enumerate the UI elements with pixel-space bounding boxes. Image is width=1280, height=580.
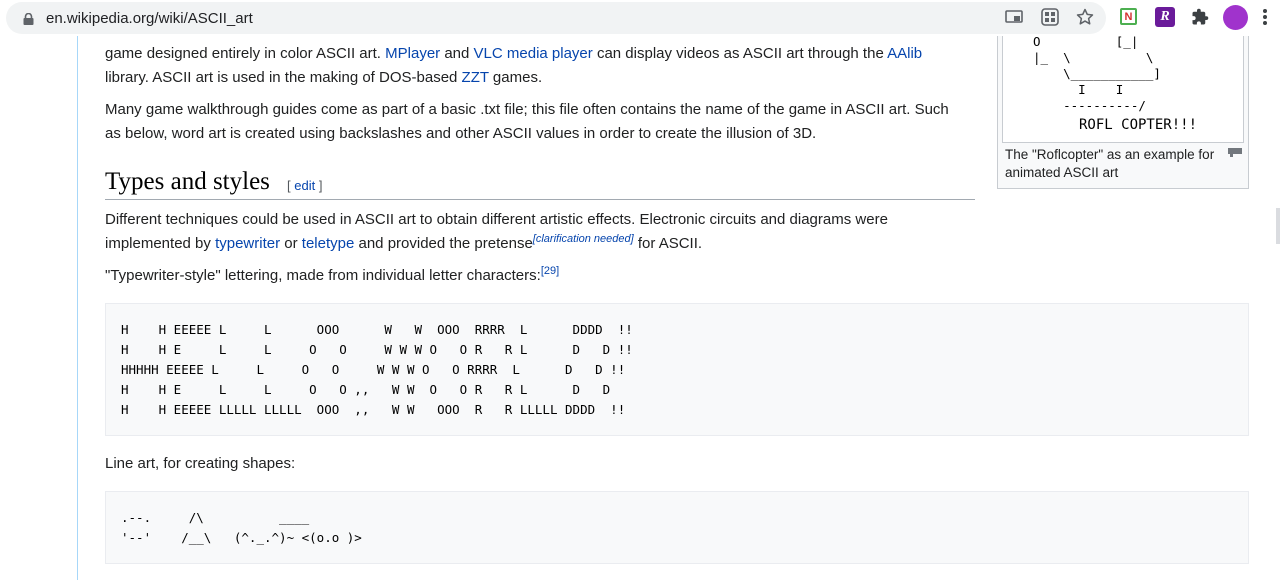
line-art: .--. /\ ____ '--' /__\ (^._.^)~ <(o.o )> bbox=[121, 510, 362, 545]
techniques-paragraph: Different techniques could be used in AS… bbox=[105, 208, 888, 256]
aalib-link[interactable]: AAlib bbox=[887, 45, 922, 62]
zzt-link[interactable]: ZZT bbox=[462, 69, 489, 86]
clarification-needed-link[interactable]: [clarification needed] bbox=[533, 233, 634, 245]
extension-n-icon[interactable]: N bbox=[1120, 8, 1137, 25]
text: "Typewriter-style" lettering, made from … bbox=[105, 267, 541, 284]
copter-text: ROFL COPTER!!! bbox=[1079, 117, 1198, 133]
teletype-link[interactable]: teletype bbox=[302, 235, 355, 252]
citation-29-link[interactable]: [29] bbox=[541, 265, 559, 277]
edit-link[interactable]: edit bbox=[294, 178, 315, 193]
text: and bbox=[440, 45, 474, 62]
intro-paragraph: game designed entirely in color ASCII ar… bbox=[105, 42, 922, 90]
bookmark-star-icon[interactable] bbox=[1075, 7, 1095, 27]
text: game designed entirely in color ASCII ar… bbox=[105, 45, 386, 62]
text: implemented by bbox=[105, 235, 216, 252]
roflcopter-art: O [_| |_ \ \ \___________] I I ---------… bbox=[1033, 36, 1161, 113]
line-art-label: Line art, for creating shapes: bbox=[105, 455, 296, 472]
mplayer-link[interactable]: MPlayer bbox=[385, 45, 440, 62]
section-heading: Types and styles [ edit ] bbox=[105, 168, 975, 200]
lock-icon[interactable] bbox=[23, 13, 34, 25]
extensions-puzzle-icon[interactable] bbox=[1190, 7, 1210, 27]
typewriter-art: H H EEEEE L L OOO W W OOO RRRR L DDDD !!… bbox=[121, 322, 633, 417]
text: and provided the pretense bbox=[354, 235, 533, 252]
text: Many game walkthrough guides come as par… bbox=[105, 101, 949, 118]
bracket: ] bbox=[315, 178, 323, 193]
walkthrough-paragraph: Many game walkthrough guides come as par… bbox=[105, 98, 949, 146]
text: can display videos as ASCII art through … bbox=[592, 45, 888, 62]
text: library. ASCII art is used in the making… bbox=[105, 69, 462, 86]
thumbnail-image[interactable]: O [_| |_ \ \ \___________] I I ---------… bbox=[1002, 36, 1244, 143]
text: as below, word art is created using back… bbox=[105, 125, 817, 142]
text: games. bbox=[488, 69, 543, 86]
text: or bbox=[280, 235, 302, 252]
vlc-link[interactable]: VLC media player bbox=[474, 45, 593, 62]
address-bar[interactable]: en.wikipedia.org/wiki/ASCII_art bbox=[6, 2, 1106, 34]
reader-mode-icon[interactable] bbox=[1040, 7, 1060, 27]
menu-kebab-icon[interactable] bbox=[1262, 8, 1268, 26]
roflcopter-thumbnail: O [_| |_ \ \ \___________] I I ---------… bbox=[997, 36, 1249, 189]
scrollbar-thumb[interactable] bbox=[1276, 208, 1280, 244]
text: for ASCII. bbox=[633, 235, 703, 252]
typewriter-paragraph: "Typewriter-style" lettering, made from … bbox=[105, 264, 559, 288]
typewriter-art-block: H H EEEEE L L OOO W W OOO RRRR L DDDD !!… bbox=[105, 303, 1249, 436]
text: Different techniques could be used in AS… bbox=[105, 211, 888, 228]
enlarge-icon[interactable] bbox=[1228, 148, 1242, 157]
section-title: Types and styles bbox=[105, 168, 270, 195]
thumbnail-caption: The "Roflcopter" as an example for anima… bbox=[1005, 147, 1215, 180]
cast-icon[interactable] bbox=[1004, 7, 1024, 27]
browser-toolbar: en.wikipedia.org/wiki/ASCII_art N R bbox=[0, 0, 1280, 36]
url-text[interactable]: en.wikipedia.org/wiki/ASCII_art bbox=[46, 10, 253, 27]
section-edit: [ edit ] bbox=[287, 178, 322, 193]
profile-avatar[interactable] bbox=[1223, 5, 1248, 30]
typewriter-link[interactable]: typewriter bbox=[215, 235, 280, 252]
clarification-text: [clarification needed] bbox=[532, 233, 634, 245]
extension-r-icon[interactable]: R bbox=[1155, 7, 1175, 27]
line-art-block: .--. /\ ____ '--' /__\ (^._.^)~ <(o.o )> bbox=[105, 491, 1249, 564]
